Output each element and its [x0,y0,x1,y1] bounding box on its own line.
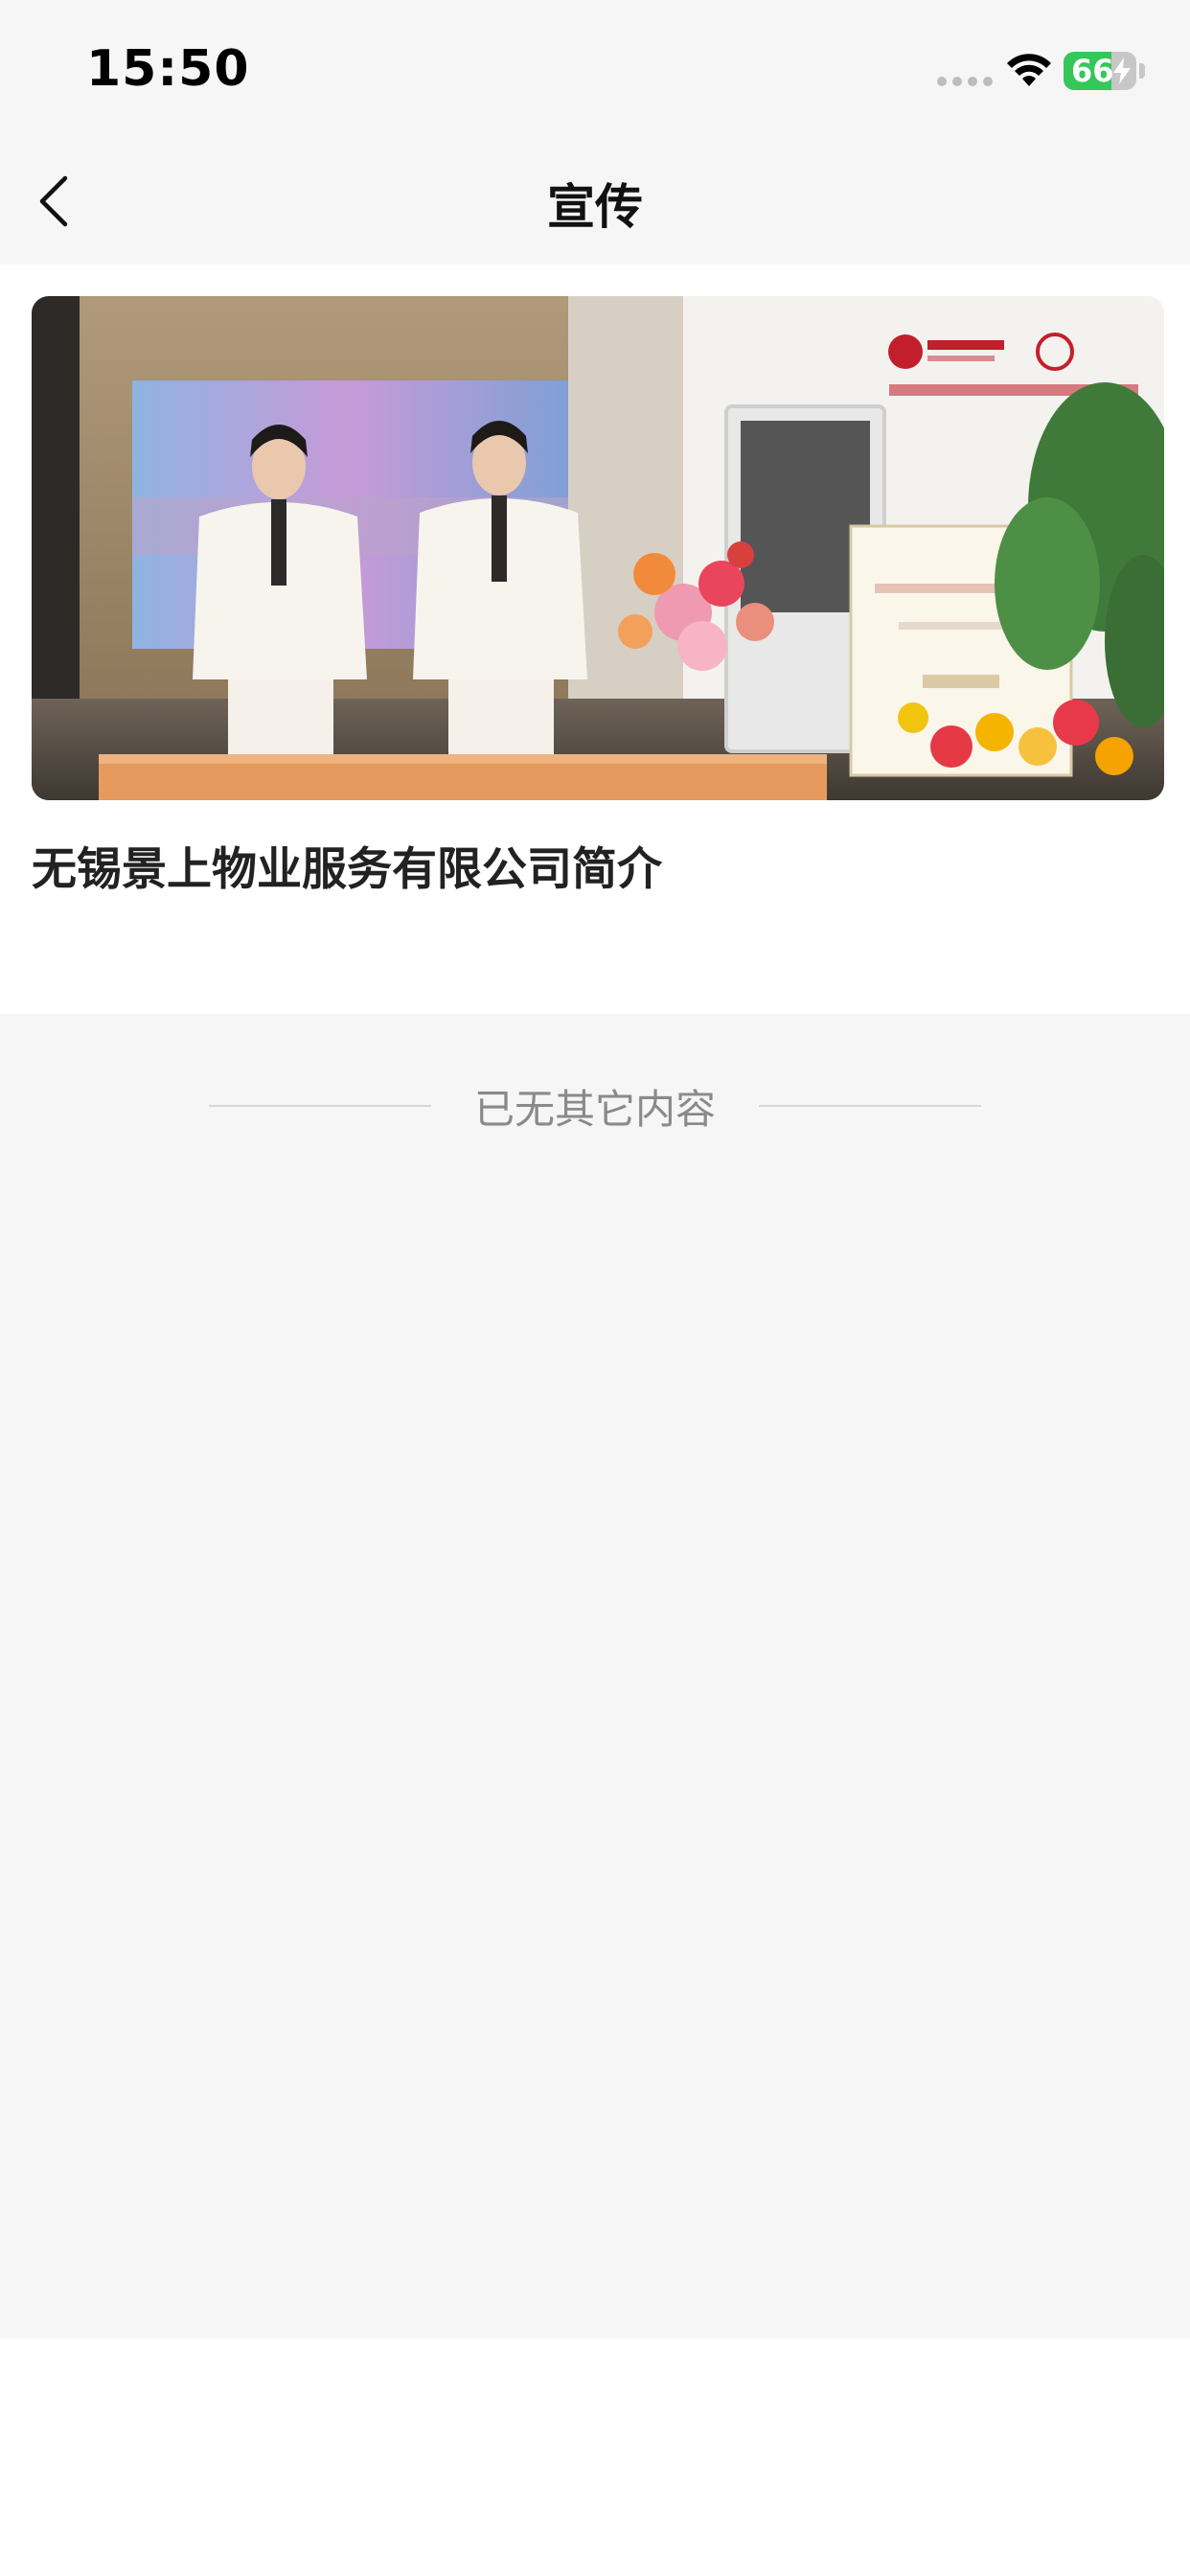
cellular-signal-icon [937,77,993,86]
bottom-safe-area [0,2338,1190,2576]
status-bar: 15:50 66 [0,0,1190,134]
divider-right [759,1105,981,1107]
article-photo [32,296,1164,800]
wifi-icon [1007,54,1051,86]
end-of-list-indicator: 已无其它内容 [0,1071,1190,1138]
page-title: 宣传 [547,179,643,235]
article-image[interactable] [32,296,1164,800]
status-time: 15:50 [86,40,250,98]
charging-bolt-icon [1113,58,1131,84]
battery-nub [1139,63,1145,79]
article-title: 无锡景上物业服务有限公司简介 [32,843,662,896]
screen: 15:50 66 宣传 无锡景上物业服务有限公司简介 已无其它内容 [0,0,1190,2576]
battery-level-text: 66 [1071,53,1114,89]
battery-indicator: 66 [1064,52,1136,90]
end-of-list-text: 已无其它内容 [473,1086,716,1133]
nav-bar: 宣传 [0,134,1190,264]
article-card[interactable]: 无锡景上物业服务有限公司简介 [0,264,1190,1014]
